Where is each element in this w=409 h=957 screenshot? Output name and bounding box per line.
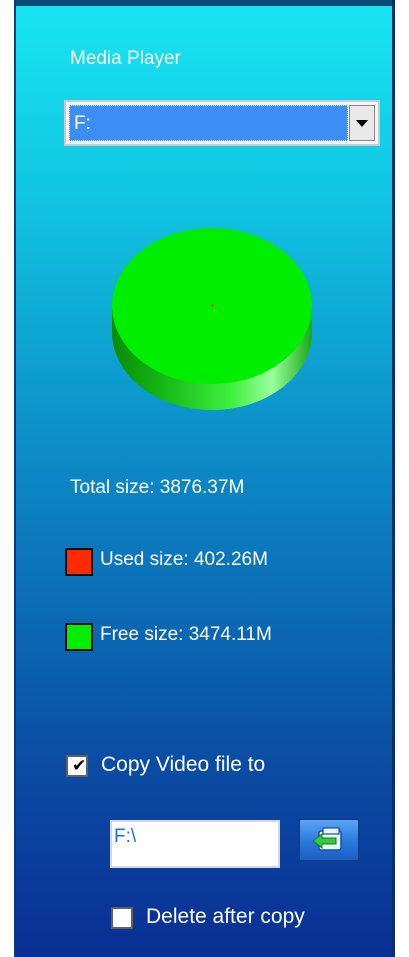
page-title: Media Player: [70, 48, 181, 69]
dropdown-button[interactable]: [349, 105, 375, 141]
free-color-swatch: [65, 623, 93, 651]
total-size-label: Total size: 3876.37M: [70, 477, 245, 498]
copy-video-checkbox[interactable]: ✔: [66, 755, 88, 777]
checkmark-icon: ✔: [72, 756, 87, 775]
disk-usage-pie-chart: [112, 228, 312, 410]
delete-after-checkbox[interactable]: ✔: [111, 907, 133, 929]
used-color-swatch: [65, 548, 93, 576]
folder-arrow-icon: [312, 827, 342, 851]
drive-dropdown[interactable]: F:: [64, 100, 380, 146]
drive-dropdown-value: F:: [69, 105, 348, 141]
media-player-panel: Media Player F: Total size: 3876.37M Use…: [14, 0, 395, 957]
chevron-down-icon: [356, 120, 368, 127]
free-size-label: Free size: 3474.11M: [100, 624, 272, 645]
used-size-label: Used size: 402.26M: [100, 549, 268, 570]
browse-folder-button[interactable]: [298, 818, 360, 862]
panel-top-border: [16, 0, 392, 6]
copy-destination-input[interactable]: F:\: [110, 820, 280, 868]
delete-after-label: Delete after copy: [146, 905, 305, 928]
pie-used-slice: [211, 303, 214, 307]
copy-video-label: Copy Video file to: [101, 753, 266, 776]
